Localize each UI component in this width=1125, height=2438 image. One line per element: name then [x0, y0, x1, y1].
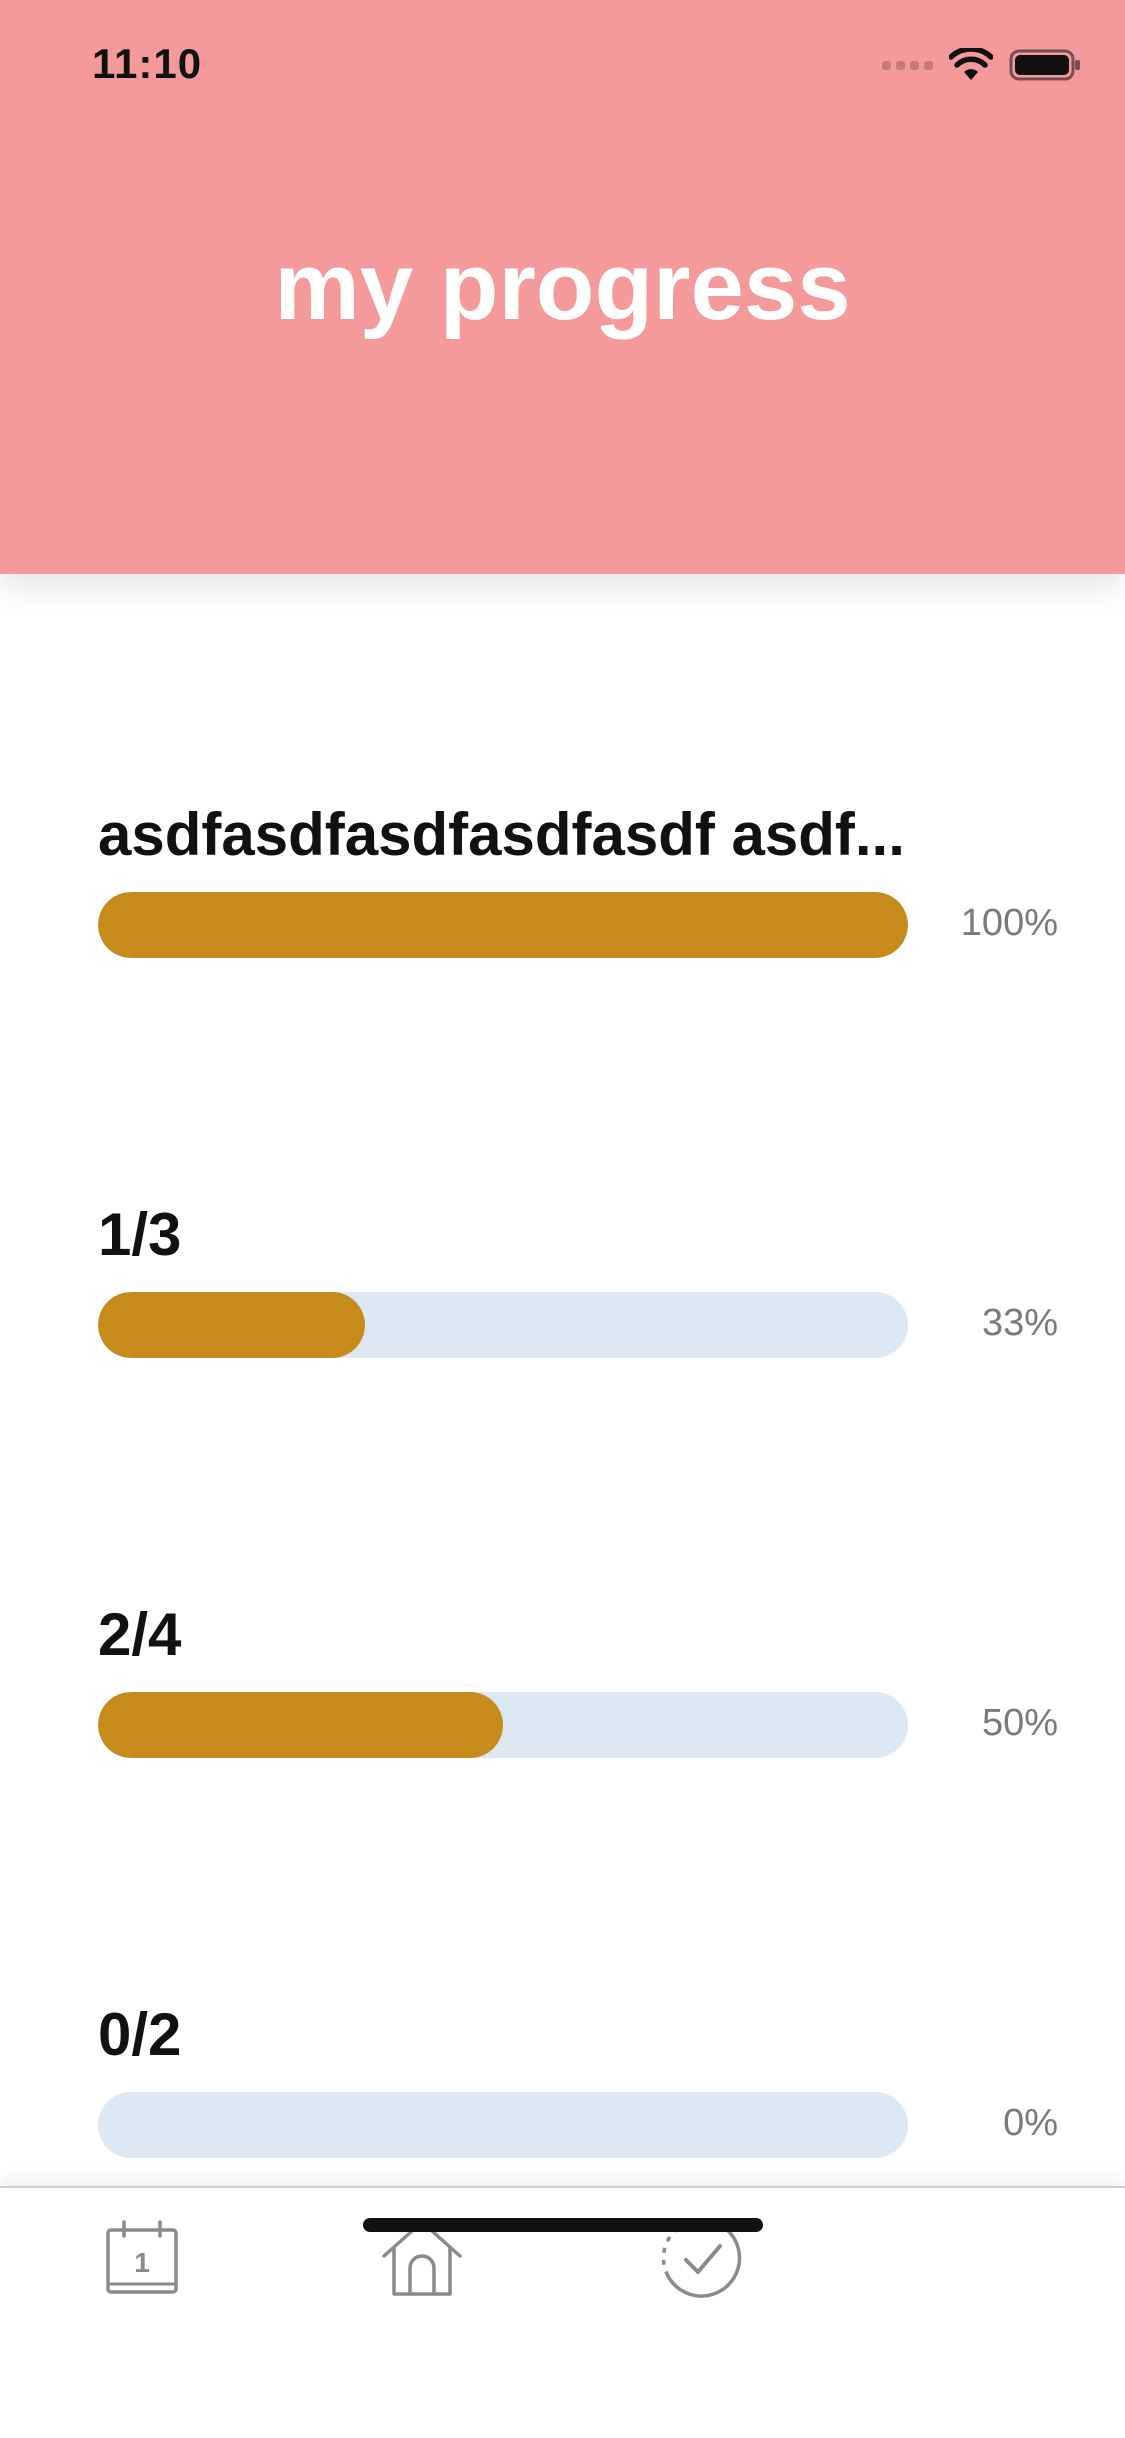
progress-fill: [98, 1692, 503, 1758]
progress-row: 100%: [98, 892, 1058, 958]
status-time: 11:10: [92, 40, 203, 87]
progress-fill: [98, 1292, 366, 1358]
progress-track: [98, 1292, 908, 1358]
progress-row: 0%: [98, 2092, 1058, 2158]
list-item[interactable]: asdfasdfasdfasdfasdf asdf... 100%: [98, 800, 1058, 958]
calendar-icon: 1: [106, 2220, 178, 2294]
goal-title: asdfasdfasdfasdfasdf asdf...: [98, 801, 905, 868]
list-item[interactable]: 2/4 50%: [98, 1600, 1058, 1758]
list-item[interactable]: 1/3 33%: [98, 1200, 1058, 1358]
goal-title: 2/4: [98, 1601, 182, 1668]
home-indicator[interactable]: [363, 2218, 763, 2232]
header: 11:10 my progress: [0, 0, 1125, 574]
progress-row: 50%: [98, 1692, 1058, 1758]
progress-track: [98, 2092, 908, 2158]
battery-icon: [1009, 49, 1080, 81]
progress-percent: 100%: [960, 902, 1058, 944]
list-item[interactable]: 0/2 0%: [98, 2000, 1058, 2158]
tab-calendar[interactable]: 1: [92, 2208, 192, 2308]
progress-row: 33%: [98, 1292, 1058, 1358]
status-icons: [882, 48, 1083, 82]
wifi-icon: [949, 48, 993, 80]
progress-percent: 0%: [1003, 2102, 1058, 2144]
goal-title: 1/3: [98, 1201, 182, 1268]
progress-track: [98, 892, 908, 958]
goal-title: 0/2: [98, 2001, 182, 2068]
progress-track: [98, 1692, 908, 1758]
progress-percent: 50%: [981, 1702, 1058, 1744]
calendar-day-number: 1: [134, 2247, 150, 2278]
progress-percent: 33%: [981, 1302, 1058, 1344]
cellular-signal-icon: [882, 60, 933, 70]
progress-fill: [98, 892, 908, 958]
page-title: my progress: [274, 233, 851, 340]
